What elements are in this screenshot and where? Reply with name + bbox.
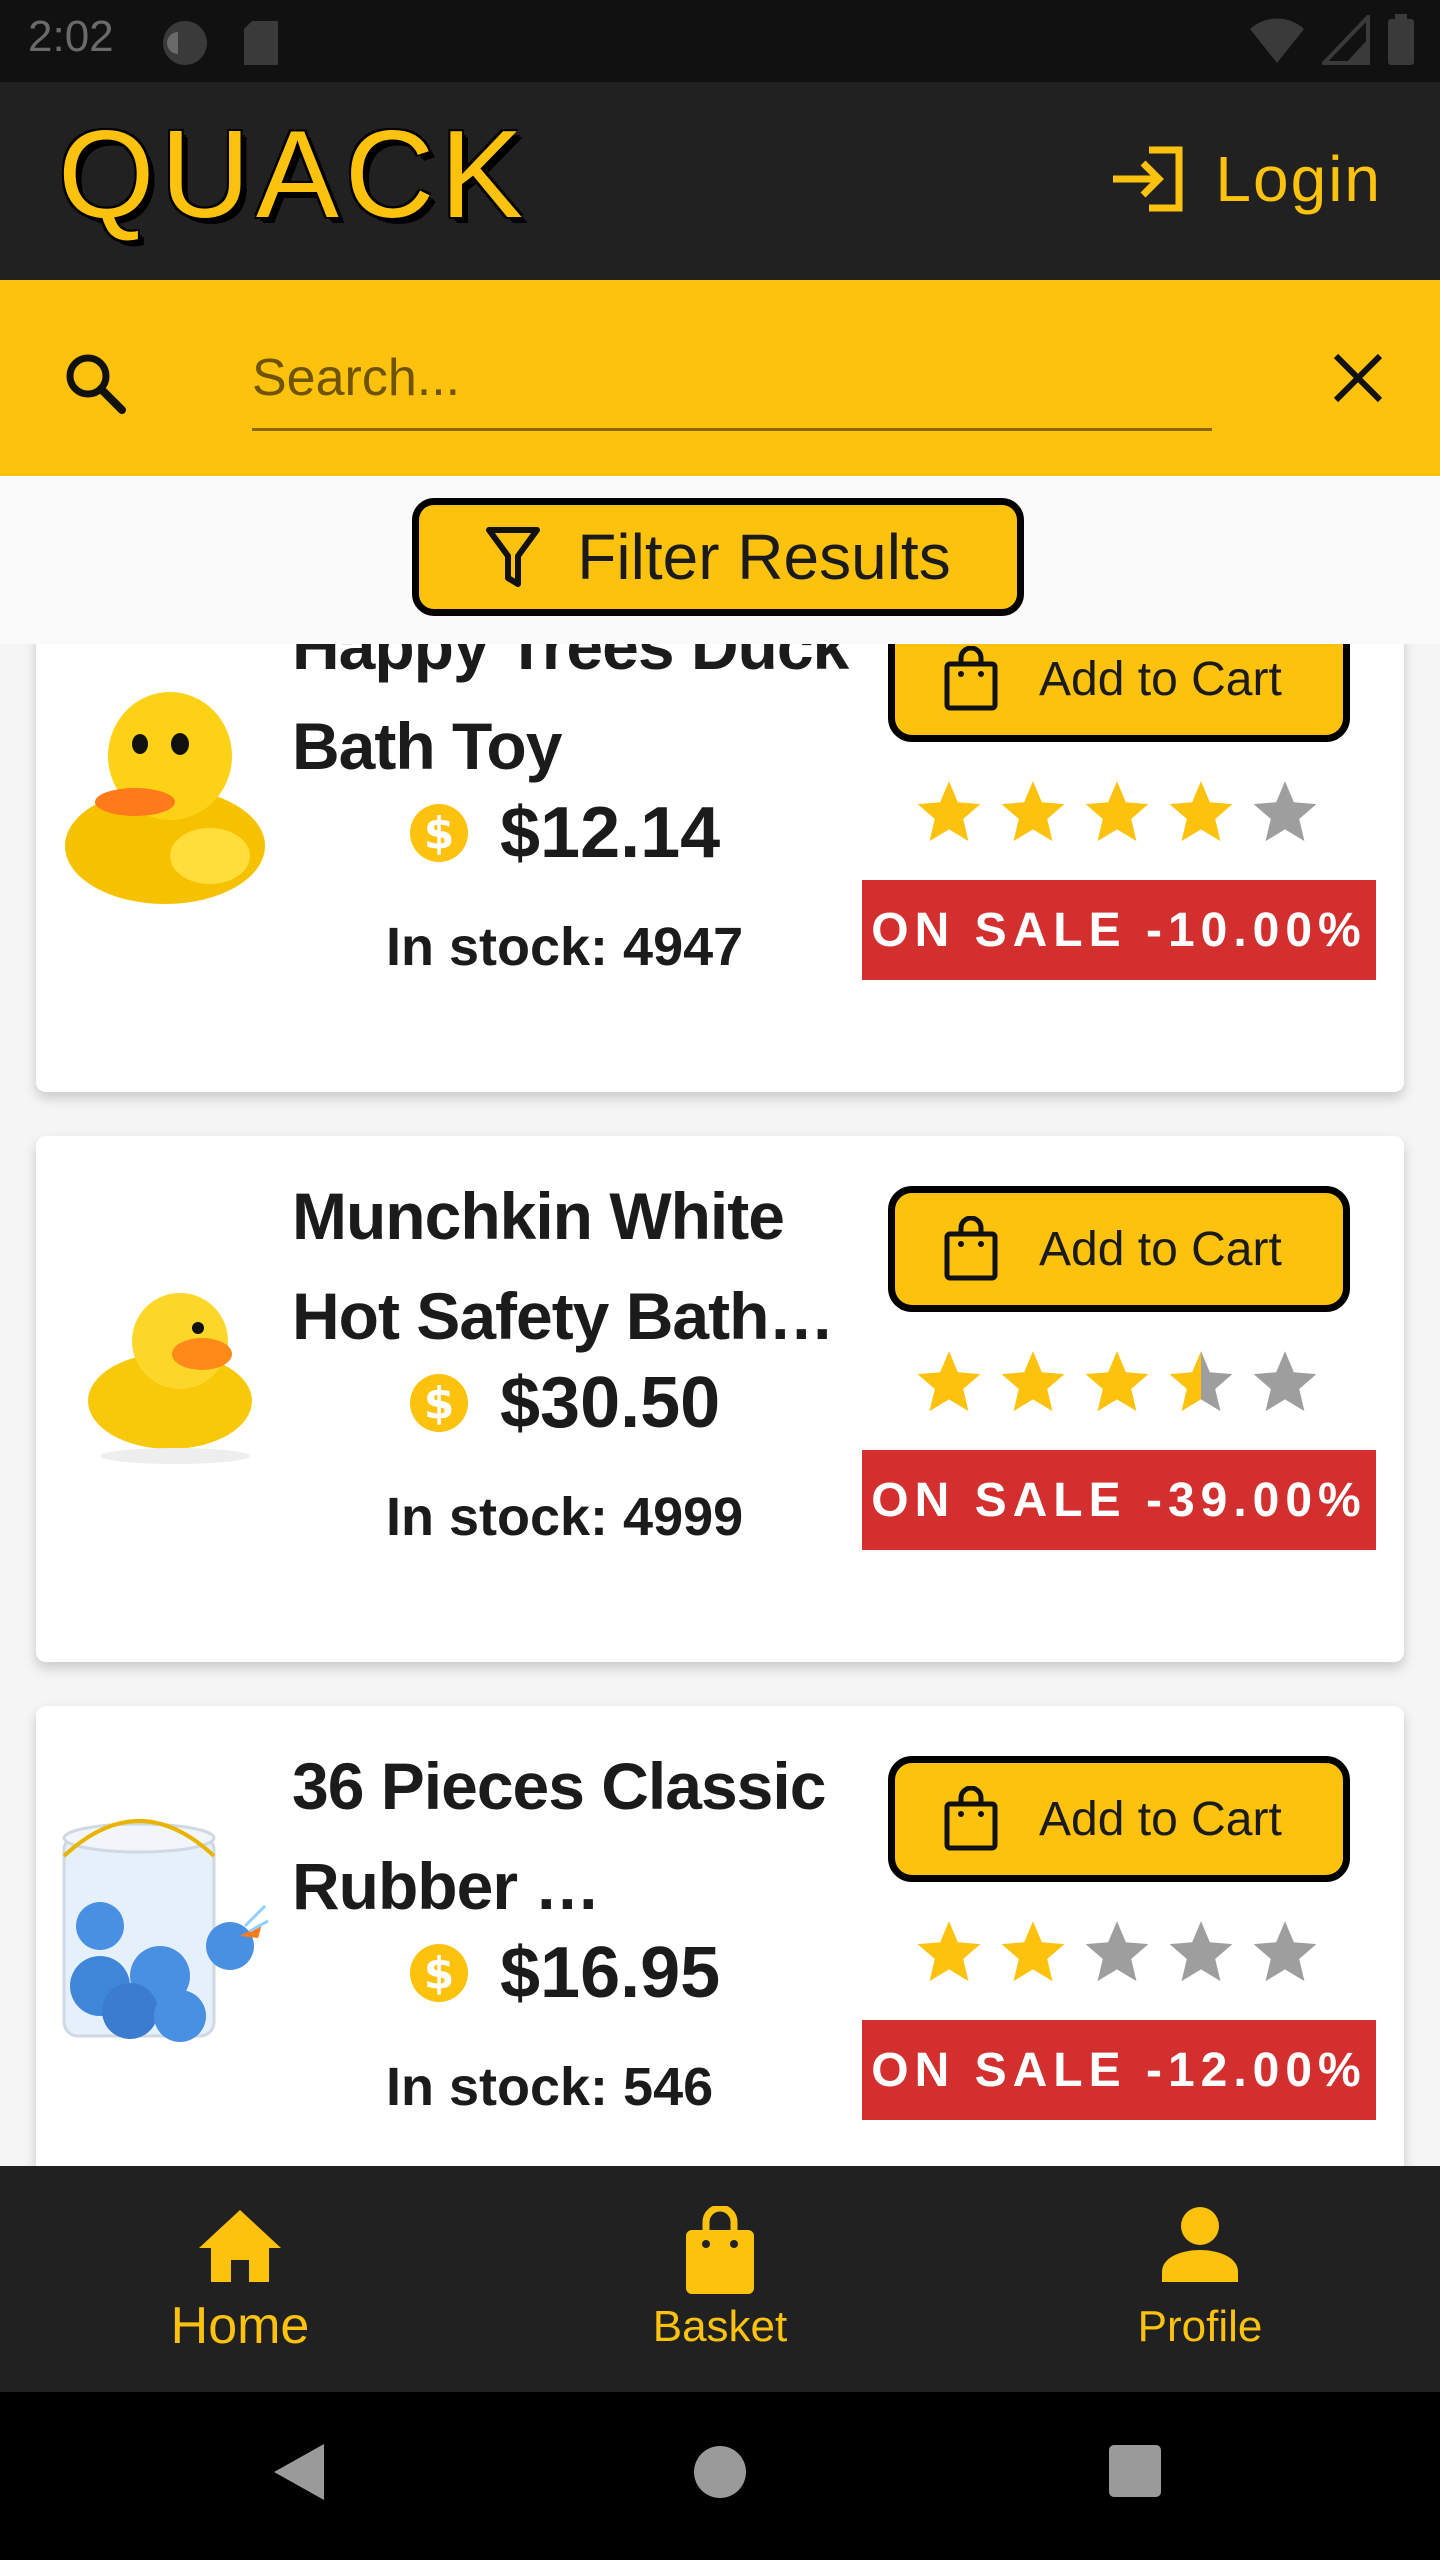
- coin-dollar-icon: $: [410, 804, 468, 862]
- star-icon: [1169, 1351, 1233, 1412]
- star-icon: [1169, 781, 1233, 842]
- system-navigation-bar: [0, 2392, 1440, 2560]
- star-rating: [914, 778, 1320, 844]
- app-logo[interactable]: QUACK: [58, 104, 529, 246]
- app-header: QUACK Login: [0, 82, 1440, 280]
- product-title[interactable]: Happy Trees Duck Bath Toy: [292, 644, 862, 796]
- search-icon[interactable]: [62, 350, 128, 416]
- status-notification-icons: [160, 18, 280, 68]
- battery-icon: [1388, 14, 1414, 65]
- sale-badge: ON SALE -39.00%: [862, 1450, 1376, 1550]
- basket-icon: [686, 2206, 754, 2294]
- sale-badge: ON SALE -12.00%: [862, 2020, 1376, 2120]
- filter-area: Filter Results: [0, 476, 1440, 644]
- status-bar: 2:02: [0, 0, 1440, 82]
- login-icon: [1113, 146, 1183, 212]
- add-to-cart-button[interactable]: Add to Cart: [888, 1186, 1350, 1312]
- shopping-bag-icon: [944, 646, 998, 711]
- price-row: $ $30.50: [408, 1362, 720, 1444]
- svg-text:$: $: [424, 1948, 455, 1999]
- login-button[interactable]: Login: [1109, 142, 1382, 216]
- product-image-blue-ducks-bucket: [62, 1819, 269, 2042]
- product-title[interactable]: 36 Pieces Classic Rubber …: [292, 1736, 862, 1936]
- sd-card-icon: [244, 21, 278, 65]
- coin-dollar-icon: $: [410, 1944, 468, 2002]
- add-to-cart-label: Add to Cart: [1039, 1222, 1282, 1276]
- product-stock: In stock: 4947: [386, 917, 744, 977]
- star-rating: [914, 1918, 1320, 1984]
- login-label: Login: [1215, 143, 1382, 215]
- filter-icon: [486, 527, 541, 587]
- add-to-cart-label: Add to Cart: [1039, 1792, 1282, 1846]
- product-price: $12.14: [500, 793, 721, 873]
- star-icon: [917, 1921, 981, 1982]
- nav-item-basket[interactable]: Basket: [480, 2166, 960, 2392]
- star-icon: [1001, 1351, 1065, 1412]
- star-icon: [1253, 781, 1317, 842]
- price-row: $ $16.95: [408, 1932, 720, 2014]
- bottom-navigation: Home Basket Profile: [0, 2166, 1440, 2392]
- home-icon: [199, 2210, 281, 2282]
- back-icon[interactable]: [270, 2440, 330, 2504]
- nav-item-home[interactable]: Home: [0, 2166, 480, 2392]
- wifi-icon: [1250, 18, 1304, 63]
- star-icon: [1085, 781, 1149, 842]
- star-icon: [917, 1351, 981, 1412]
- star-rating: [914, 1348, 1320, 1414]
- star-icon: [1001, 1921, 1065, 1982]
- product-stock: In stock: 4999: [386, 1487, 744, 1547]
- product-image-yellow-duck: [65, 692, 265, 904]
- close-icon[interactable]: [1332, 352, 1384, 404]
- product-price: $16.95: [500, 1933, 721, 2013]
- sale-badge: ON SALE -10.00%: [862, 880, 1376, 980]
- nav-label-profile: Profile: [1137, 2302, 1263, 2351]
- add-to-cart-button[interactable]: Add to Cart: [888, 644, 1350, 742]
- status-time: 2:02: [28, 12, 114, 61]
- product-image-yellow-duck-side: [88, 1293, 252, 1464]
- search-input[interactable]: [252, 328, 1212, 431]
- price-row: $ $12.14: [408, 792, 720, 874]
- star-icon: [1253, 1351, 1317, 1412]
- shopping-bag-icon: [944, 1216, 998, 1281]
- product-card[interactable]: Munchkin White Hot Safety Bath… $ $30.50…: [36, 1136, 1404, 1662]
- product-card[interactable]: 36 Pieces Classic Rubber … $ $16.95 In s…: [36, 1706, 1404, 2166]
- filter-label: Filter Results: [577, 521, 951, 593]
- nav-label-home: Home: [170, 2297, 310, 2355]
- nav-label-basket: Basket: [652, 2302, 788, 2351]
- notification-app-icon: [163, 21, 207, 65]
- svg-text:$: $: [424, 808, 455, 859]
- star-icon: [1253, 1921, 1317, 1982]
- star-icon: [917, 781, 981, 842]
- filter-results-button[interactable]: Filter Results: [412, 498, 1024, 616]
- coin-dollar-icon: $: [410, 1374, 468, 1432]
- status-system-icons: [1248, 14, 1416, 66]
- add-to-cart-label: Add to Cart: [1039, 652, 1282, 706]
- svg-text:$: $: [424, 1378, 455, 1429]
- nav-item-profile[interactable]: Profile: [960, 2166, 1440, 2392]
- add-to-cart-button[interactable]: Add to Cart: [888, 1756, 1350, 1882]
- shopping-bag-icon: [944, 1786, 998, 1851]
- product-card[interactable]: Happy Trees Duck Bath Toy $ $12.14 In st…: [36, 644, 1404, 1092]
- product-title[interactable]: Munchkin White Hot Safety Bath…: [292, 1166, 862, 1366]
- star-icon: [1001, 781, 1065, 842]
- product-list[interactable]: Happy Trees Duck Bath Toy $ $12.14 In st…: [0, 644, 1440, 2166]
- profile-icon: [1162, 2207, 1238, 2282]
- star-icon: [1085, 1351, 1149, 1412]
- star-icon: [1169, 1921, 1233, 1982]
- home-circle-icon[interactable]: [692, 2444, 748, 2500]
- recents-icon[interactable]: [1108, 2444, 1162, 2498]
- star-icon: [1085, 1921, 1149, 1982]
- product-price: $30.50: [500, 1363, 721, 1443]
- search-bar: [0, 280, 1440, 476]
- signal-icon: [1322, 15, 1370, 65]
- product-stock: In stock: 546: [386, 2057, 714, 2117]
